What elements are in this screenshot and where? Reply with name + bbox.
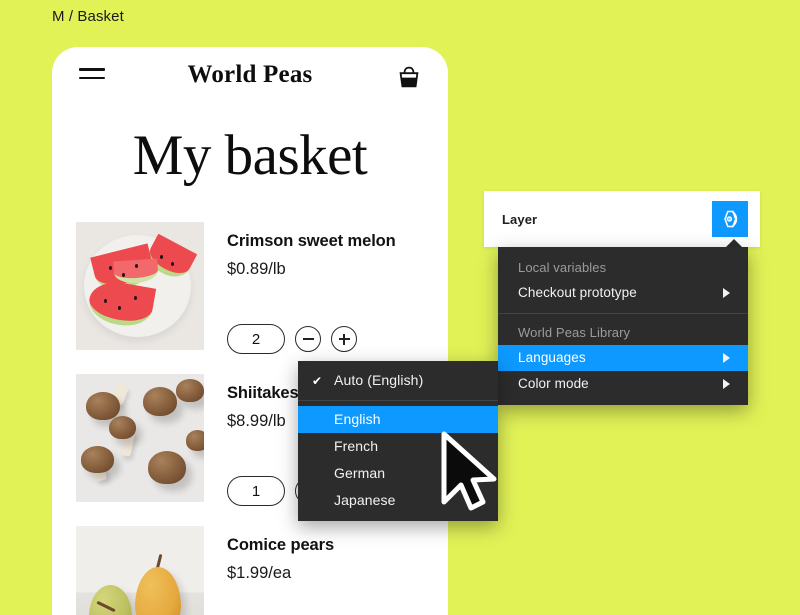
app-header: World Peas [52, 47, 448, 105]
breadcrumb: M / Basket [52, 8, 124, 25]
product-name: Crimson sweet melon [227, 232, 396, 250]
menu-item-color-mode[interactable]: Color mode [498, 371, 748, 397]
product-details: Comice pears $1.99/ea 1 [204, 526, 424, 615]
menu-item-label: Languages [518, 350, 586, 365]
menu-section-title-local-variables: Local variables [518, 260, 607, 275]
list-item[interactable]: Comice pears $1.99/ea 1 [52, 526, 448, 615]
language-option-label: French [334, 438, 379, 454]
check-icon: ✔ [312, 373, 323, 388]
phone-mockup: World Peas My basket Crimson sweet melon… [52, 47, 448, 615]
language-option-label: Japanese [334, 492, 396, 508]
chevron-right-icon [723, 288, 730, 298]
menu-item-label: Color mode [518, 376, 589, 391]
product-image-pears [76, 526, 204, 615]
variables-hexagon-icon[interactable] [712, 201, 748, 237]
layer-panel: Layer [484, 191, 760, 247]
product-name: Comice pears [227, 536, 335, 554]
language-option-label: German [334, 465, 386, 481]
menu-item-languages[interactable]: Languages [498, 345, 748, 371]
language-option-french[interactable]: French [298, 433, 498, 460]
language-option-english[interactable]: English [298, 406, 498, 433]
product-image-shiitakes [76, 374, 204, 502]
language-option-label: Auto (English) [334, 372, 424, 388]
increment-button[interactable] [331, 326, 357, 352]
basket-icon[interactable] [395, 63, 423, 91]
list-item[interactable]: Crimson sweet melon $0.89/lb 2 [52, 222, 448, 374]
product-details: Crimson sweet melon $0.89/lb 2 [204, 222, 424, 374]
product-price: $1.99/ea [227, 564, 292, 582]
chevron-right-icon [723, 379, 730, 389]
menu-divider [298, 400, 498, 401]
layer-panel-title: Layer [502, 211, 538, 227]
screen-root: M / Basket World Peas My basket Crimson … [0, 0, 800, 615]
menu-section-title-world-peas-library: World Peas Library [518, 325, 631, 340]
product-image-melon [76, 222, 204, 350]
language-option-label: English [334, 411, 381, 427]
chevron-right-icon [723, 353, 730, 363]
quantity-value[interactable]: 2 [227, 324, 285, 354]
language-option-japanese[interactable]: Japanese [298, 487, 498, 514]
quantity-stepper: 2 [227, 324, 357, 354]
language-submenu: ✔ Auto (English) English French German J… [298, 361, 498, 521]
variables-context-menu: Local variables Checkout prototype World… [498, 247, 748, 405]
language-option-german[interactable]: German [298, 460, 498, 487]
language-option-auto[interactable]: ✔ Auto (English) [298, 367, 498, 394]
decrement-button[interactable] [295, 326, 321, 352]
brand-title: World Peas [187, 61, 313, 88]
quantity-value[interactable]: 1 [227, 476, 285, 506]
product-price: $0.89/lb [227, 260, 286, 278]
menu-divider [498, 313, 748, 314]
menu-item-label: Checkout prototype [518, 285, 637, 300]
page-title: My basket [132, 124, 368, 187]
menu-item-checkout-prototype[interactable]: Checkout prototype [498, 280, 748, 306]
